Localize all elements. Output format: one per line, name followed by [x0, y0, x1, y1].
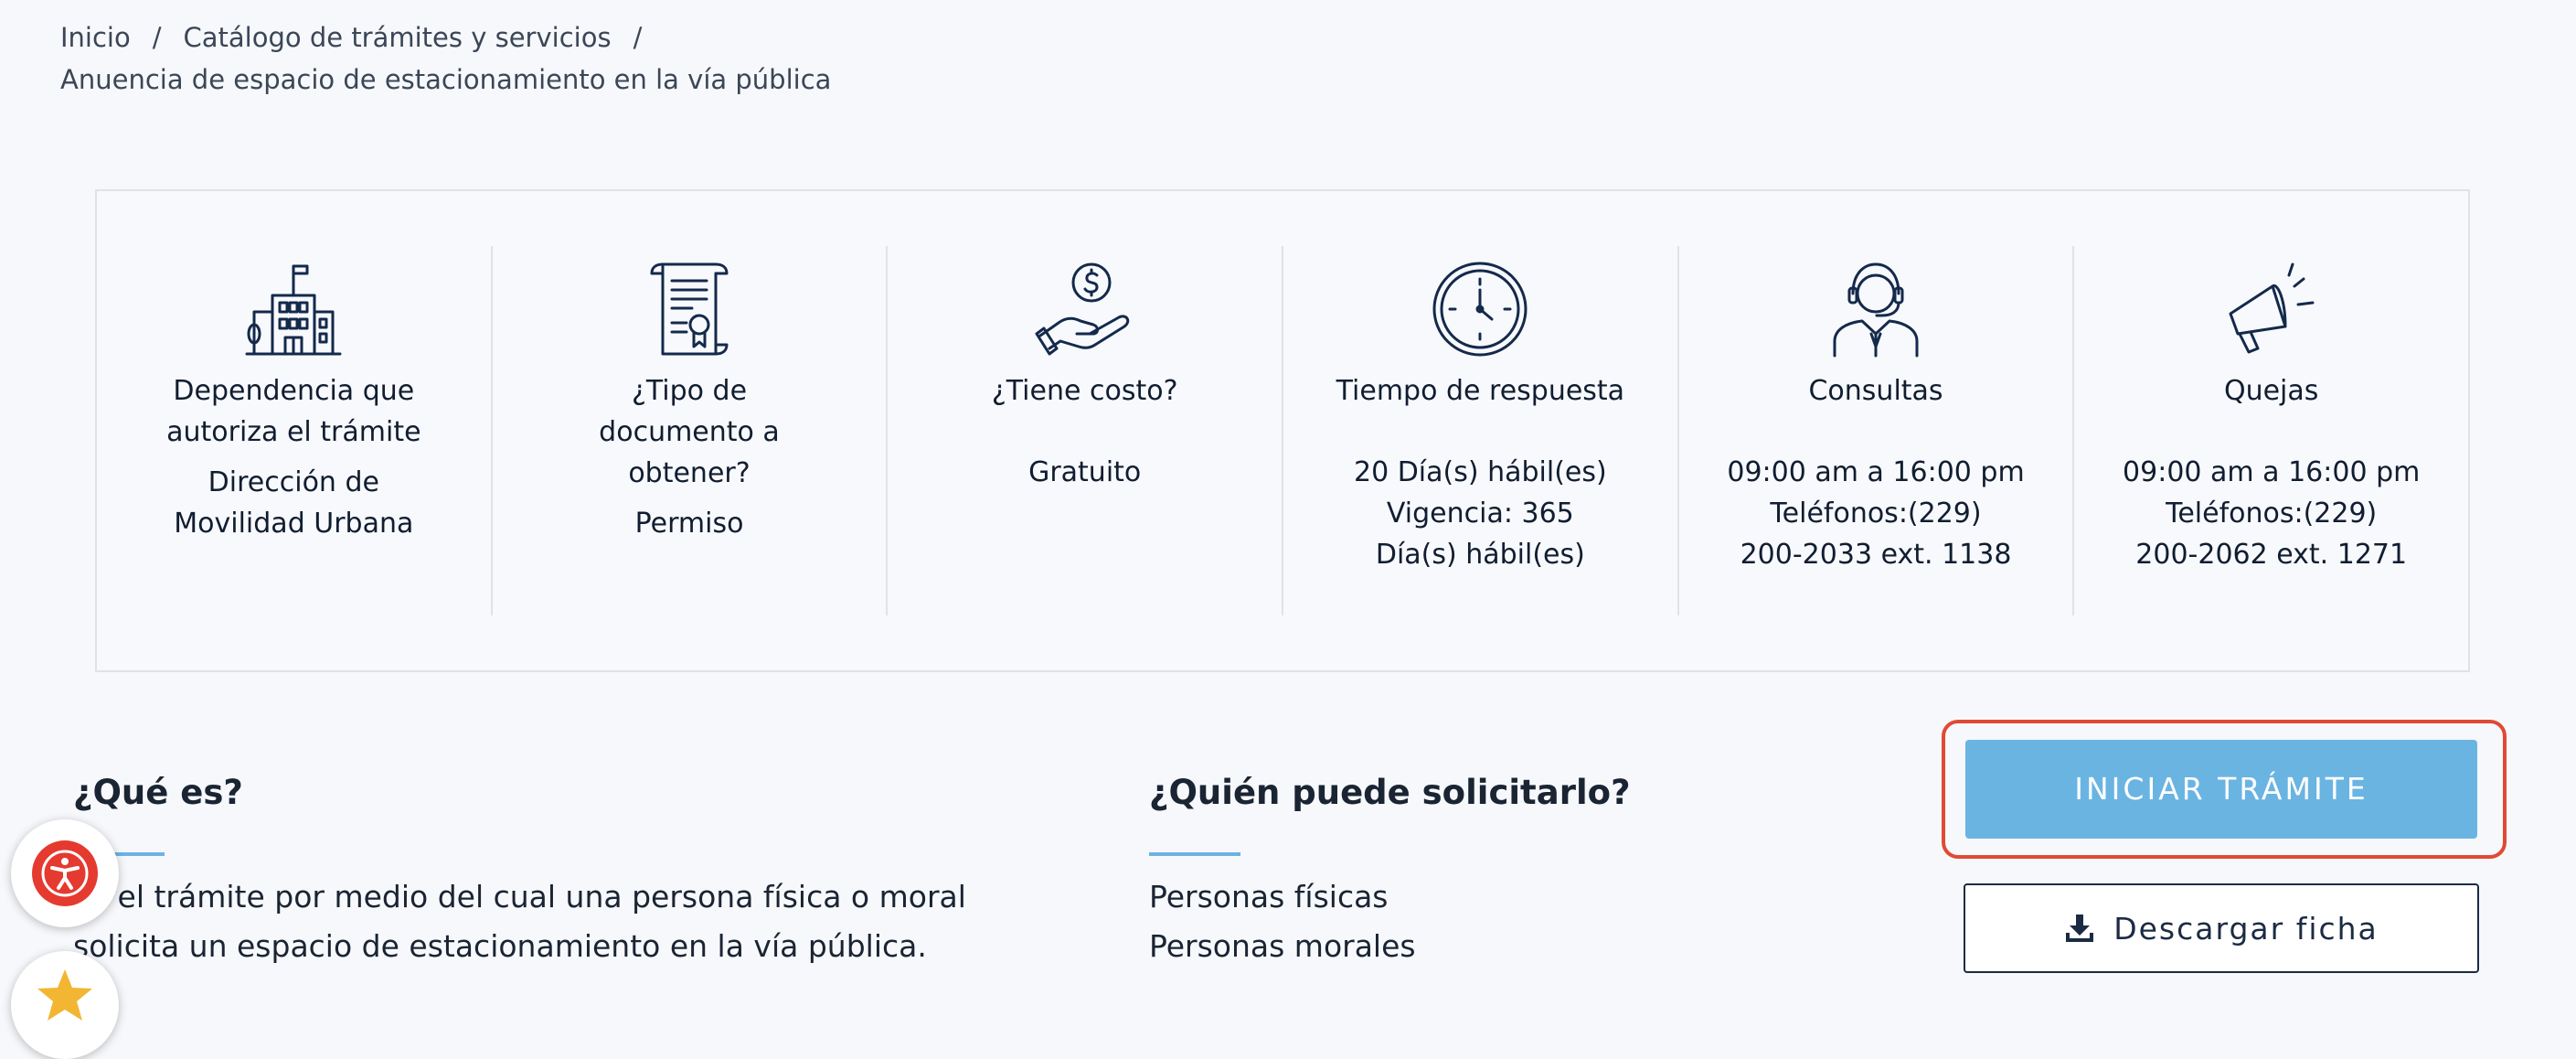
tiempo-vigencia: Vigencia: 365 Día(s) hábil(es) — [1375, 497, 1585, 571]
favorite-button[interactable] — [11, 951, 119, 1059]
info-consultas: Consultas 09:00 am a 16:00 pm Teléfonos:… — [1679, 246, 2075, 615]
consultas-phone: Teléfonos:(229) 200-2033 ext. 1138 — [1740, 497, 2012, 571]
breadcrumb-separator: / — [633, 22, 643, 53]
breadcrumb-catalog-link[interactable]: Catálogo de trámites y servicios — [184, 16, 612, 59]
quien-item: Personas morales — [1149, 928, 1416, 964]
start-procedure-button[interactable]: INICIAR TRÁMITE — [1965, 740, 2477, 839]
consultas-hours: 09:00 am a 16:00 pm — [1727, 456, 2025, 488]
download-label: Descargar ficha — [2113, 910, 2379, 947]
documento-value: Permiso — [634, 508, 744, 540]
costo-value: Gratuito — [1028, 456, 1142, 488]
quejas-phone: Teléfonos:(229) 200-2062 ext. 1271 — [2135, 497, 2408, 571]
download-sheet-button[interactable]: Descargar ficha — [1964, 883, 2479, 973]
breadcrumb-separator: / — [152, 22, 162, 53]
que-es-heading: ¿Qué es? — [73, 773, 243, 812]
info-dependencia: Dependencia que autoriza el trámite Dire… — [97, 246, 493, 615]
quejas-hours: 09:00 am a 16:00 pm — [2123, 456, 2421, 488]
tiempo-title: Tiempo de respuesta — [1336, 375, 1625, 407]
breadcrumb-current: Anuencia de espacio de estacionamiento e… — [60, 64, 832, 95]
accessibility-icon — [41, 850, 89, 897]
dependencia-title: Dependencia que autoriza el trámite — [166, 375, 421, 448]
info-costo: ¿Tiene costo? Gratuito — [888, 246, 1284, 615]
consultas-title: Consultas — [1808, 375, 1943, 407]
breadcrumb: Inicio / Catálogo de trámites y servicio… — [60, 16, 831, 101]
star-icon — [37, 969, 92, 1021]
que-es-text: Es el trámite por medio del cual una per… — [73, 879, 966, 964]
costo-title: ¿Tiene costo? — [991, 375, 1178, 407]
download-icon — [2066, 915, 2094, 942]
accessibility-button[interactable] — [11, 819, 119, 927]
info-card: Dependencia que autoriza el trámite Dire… — [95, 189, 2470, 672]
que-es-section: ¿Qué es? Es el trámite por medio del cua… — [73, 773, 987, 971]
certificate-document-icon — [650, 262, 729, 356]
breadcrumb-home-link[interactable]: Inicio — [60, 16, 131, 59]
documento-title: ¿Tipo de documento a obtener? — [599, 375, 780, 489]
dependencia-value: Dirección de Movilidad Urbana — [174, 466, 414, 540]
tiempo-dias: 20 Día(s) hábil(es) — [1353, 456, 1607, 488]
clock-icon — [1432, 262, 1528, 357]
info-quejas: Quejas 09:00 am a 16:00 pm Teléfonos:(22… — [2074, 246, 2468, 615]
megaphone-icon — [2229, 262, 2315, 354]
accent-rule — [1149, 852, 1240, 856]
quejas-title: Quejas — [2223, 375, 2319, 407]
info-documento: ¿Tipo de documento a obtener? Permiso — [493, 246, 889, 615]
building-icon — [245, 264, 342, 356]
quien-item: Personas físicas — [1149, 879, 1389, 915]
hand-coin-icon — [1035, 262, 1129, 356]
quien-heading: ¿Quién puede solicitarlo? — [1149, 773, 1631, 812]
info-tiempo: Tiempo de respuesta 20 Día(s) hábil(es) … — [1283, 246, 1679, 615]
customer-support-headset-icon — [1833, 262, 1919, 358]
quien-section: ¿Quién puede solicitarlo? Personas físic… — [1149, 773, 1789, 971]
